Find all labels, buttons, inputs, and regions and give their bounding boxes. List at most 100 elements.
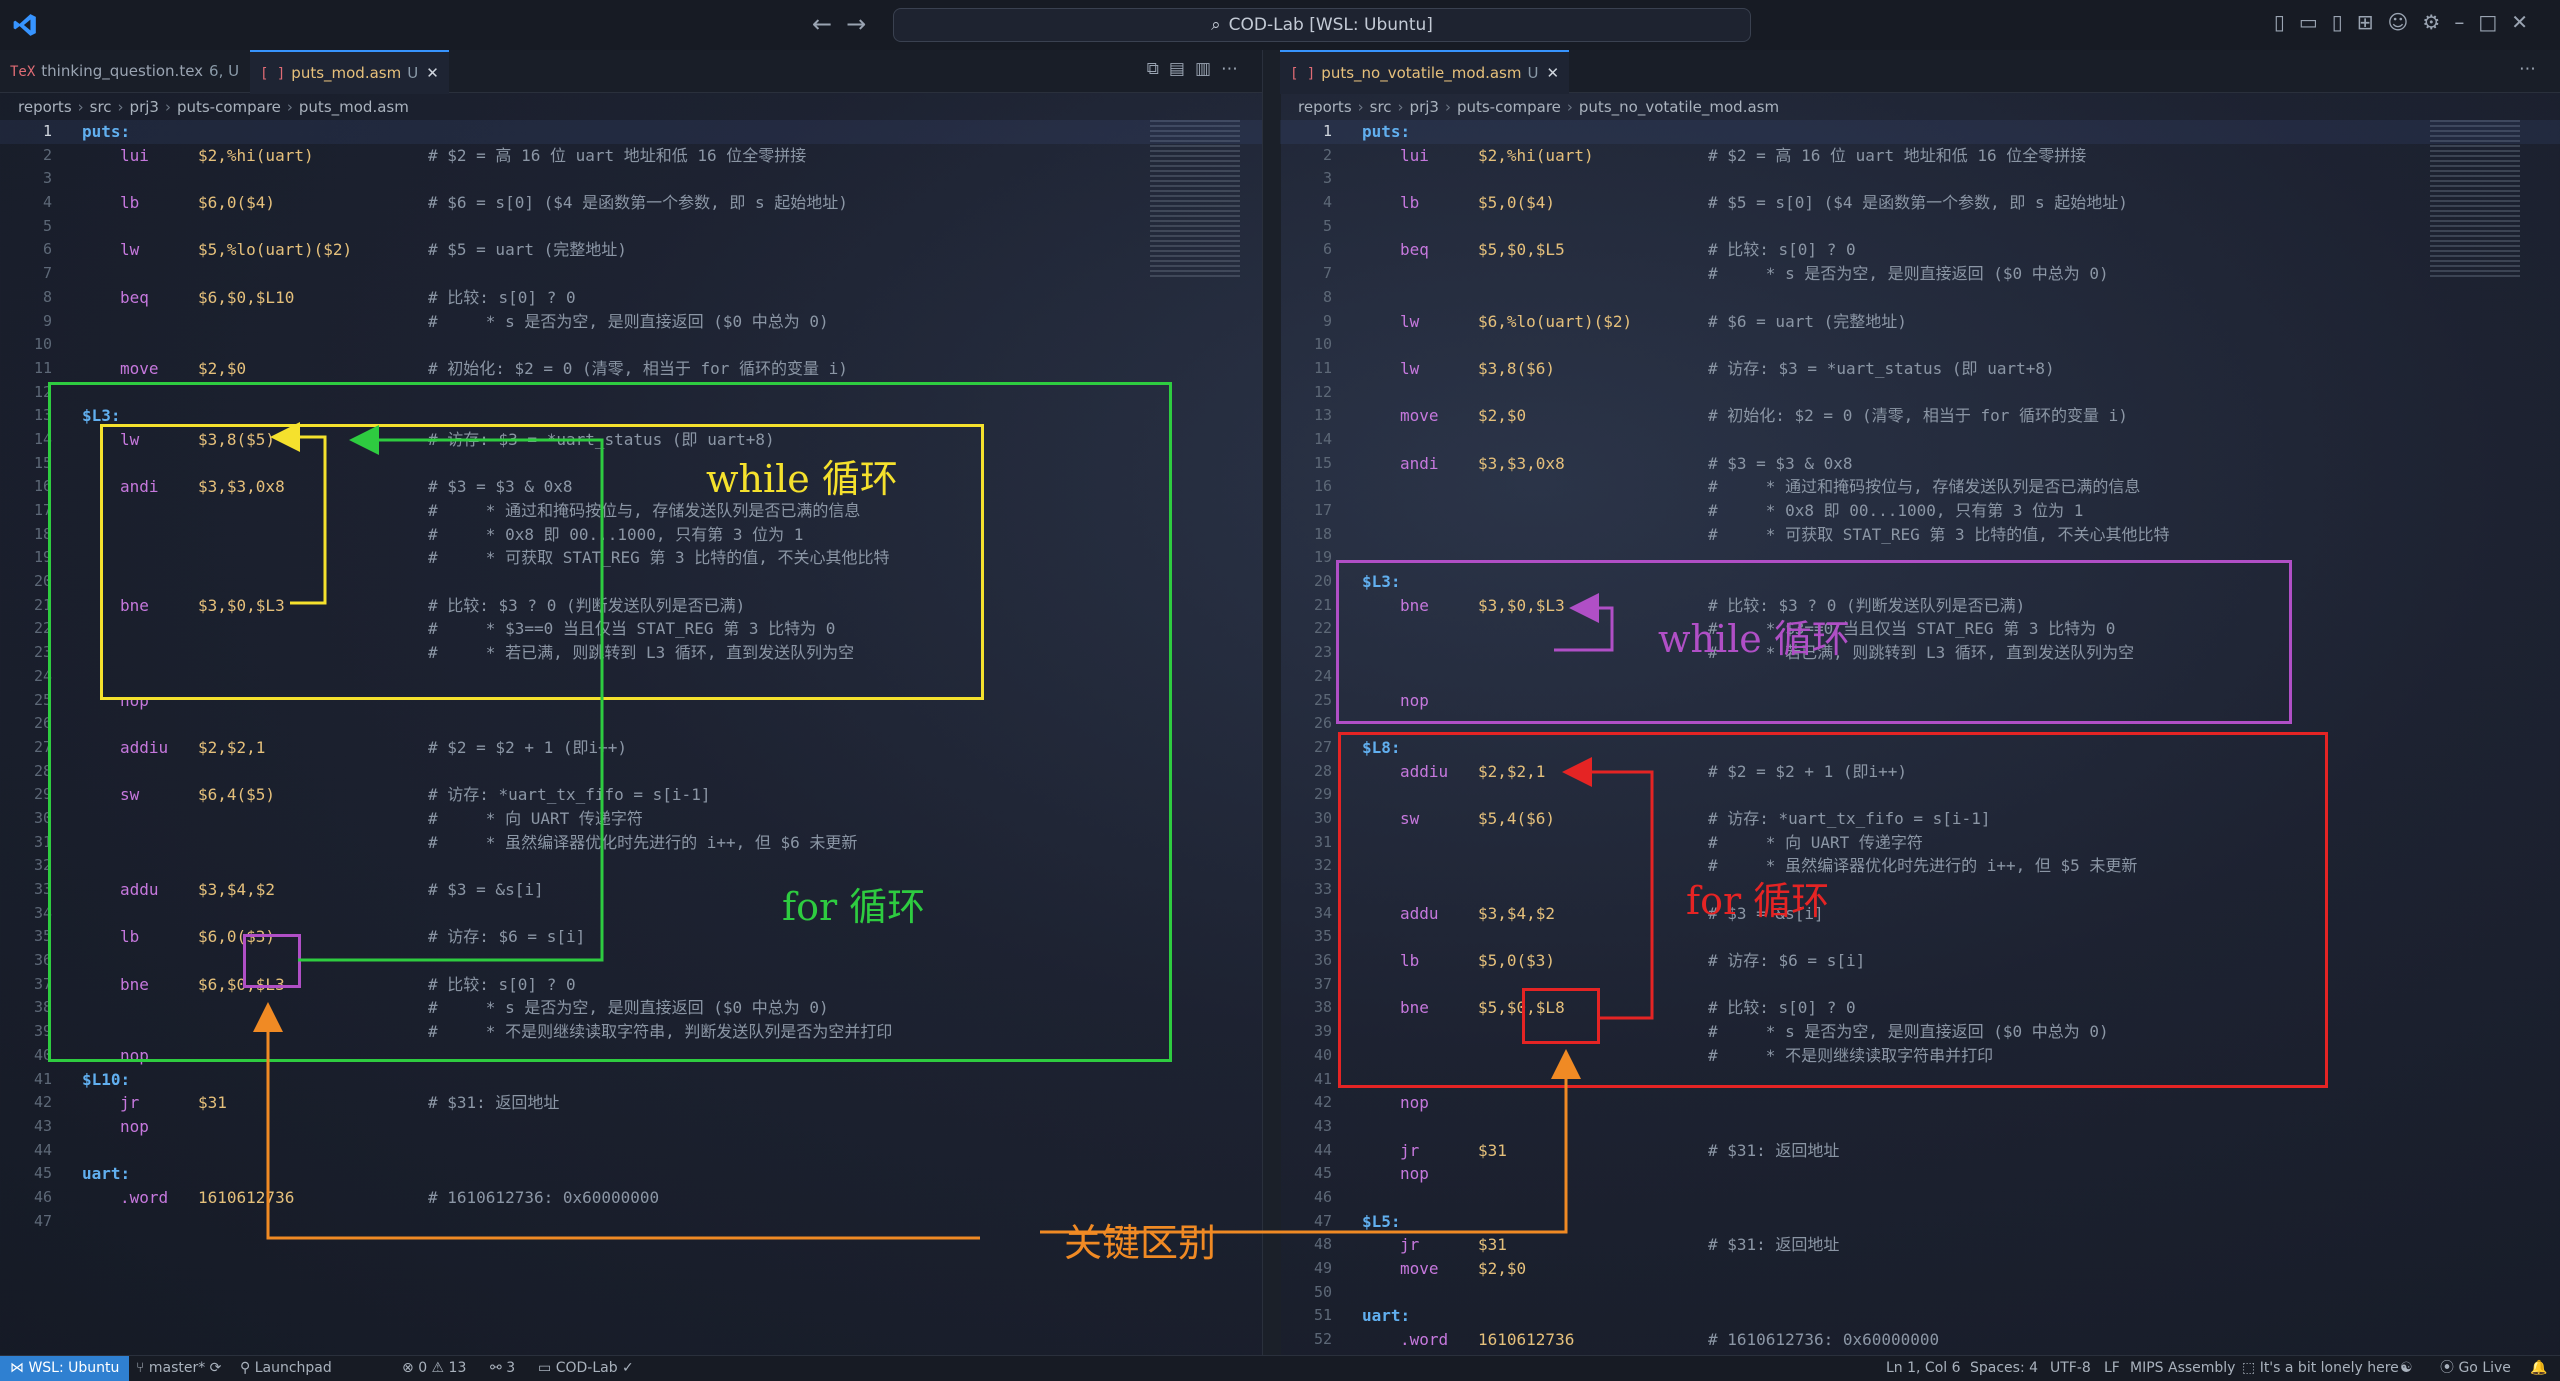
split-divider[interactable] — [1262, 50, 1281, 1355]
breadcrumb-item[interactable]: puts-compare — [1457, 98, 1561, 116]
close-icon[interactable]: ✕ — [2511, 10, 2542, 34]
maximize-icon[interactable]: □ — [2478, 10, 2511, 34]
code-line[interactable]: 42 jr $31 # $31: 返回地址 — [0, 1091, 1262, 1115]
code-line[interactable]: 45 nop — [1280, 1162, 2560, 1186]
code-line[interactable]: 45 uart: — [0, 1162, 1262, 1186]
breadcrumb-item[interactable]: reports — [18, 98, 72, 116]
code-line[interactable]: 42 nop — [1280, 1091, 2560, 1115]
close-tab-icon[interactable]: ✕ — [1546, 64, 1559, 82]
code-line[interactable]: 9 # * s 是否为空, 是则直接返回 ($0 中总为 0) — [0, 310, 1262, 334]
breadcrumb-item[interactable]: puts-compare — [177, 98, 281, 116]
problems-indicator[interactable]: ⊗ 0 ⚠ 13 — [402, 1356, 466, 1381]
breadcrumb-item[interactable]: src — [90, 98, 112, 116]
breadcrumb[interactable]: reports › src › prj3 › puts-compare › puts_no_vo… — [1298, 94, 1779, 120]
code-line[interactable]: 15 andi $3,$3,0x8 # $3 = $3 & 0x8 — [1280, 452, 2560, 476]
compare-icon[interactable]: ⧉ — [1147, 59, 1169, 79]
code-line[interactable]: 8 beq $6,$0,$L10 # 比较: s[0] ? 0 — [0, 286, 1262, 310]
toggle-secondary-sidebar-icon[interactable]: ▯ — [2332, 10, 2357, 34]
breadcrumb-item[interactable]: prj3 — [1410, 98, 1439, 116]
code-line[interactable]: 17 # * 0x8 即 00...1000, 只有第 3 位为 1 — [1280, 499, 2560, 523]
tab-thinking-question[interactable]: TeX thinking_question.tex 6, U — [0, 50, 249, 92]
code-line[interactable]: 50 — [1280, 1281, 2560, 1305]
minimize-icon[interactable]: – — [2454, 10, 2478, 34]
code-line[interactable]: 2 lui $2,%hi(uart) # $2 = 高 16 位 uart 地址和低 … — [1280, 144, 2560, 168]
code-line[interactable]: 7 # * s 是否为空, 是则直接返回 ($0 中总为 0) — [1280, 262, 2560, 286]
code-line[interactable]: 11 move $2,$0 # 初始化: $2 = 0 (清零, 相当于 for 循环… — [0, 357, 1262, 381]
nav-arrows[interactable]: ←→ — [812, 10, 880, 38]
lonely-indicator[interactable]: ⬚ It's a bit lonely here — [2242, 1356, 2399, 1381]
code-line[interactable]: 3 — [0, 167, 1262, 191]
code-line[interactable]: 44 — [0, 1139, 1262, 1163]
encoding[interactable]: UTF-8 — [2050, 1356, 2091, 1381]
code-line[interactable]: 46 .word 1610612736 # 1610612736: 0x6000000… — [0, 1186, 1262, 1210]
more-actions-icon[interactable]: ⋯ — [2519, 59, 2546, 79]
code-line[interactable]: 16 # * 通过和掩码按位与, 存储发送队列是否已满的信息 — [1280, 475, 2560, 499]
code-line[interactable]: 14 — [1280, 428, 2560, 452]
breadcrumb-item[interactable]: puts_no_votatile_mod.asm — [1579, 98, 1779, 116]
code-line[interactable]: 4 lb $5,0($4) # $5 = s[0] ($4 是函数第一个参数, 即 s… — [1280, 191, 2560, 215]
code-line[interactable]: 8 — [1280, 286, 2560, 310]
code-line[interactable]: 41 $L10: — [0, 1068, 1262, 1092]
code-line[interactable]: 51 uart: — [1280, 1304, 2560, 1328]
back-arrow-icon[interactable]: ← — [812, 10, 846, 38]
end-of-line[interactable]: LF — [2104, 1356, 2120, 1381]
split-editor-icon[interactable]: ▥ — [1195, 59, 1221, 79]
go-live-button[interactable]: ⦿ Go Live — [2440, 1356, 2511, 1381]
branch-indicator[interactable]: ⑂ master* ⟳ — [136, 1356, 221, 1381]
window-controls[interactable]: ▯▭▯⊞☺⚙–□✕ — [2274, 10, 2542, 34]
remote-indicator[interactable]: ⋈ WSL: Ubuntu — [0, 1356, 130, 1381]
code-line[interactable]: 18 # * 可获取 STAT_REG 第 3 比特的值, 不关心其他比特 — [1280, 523, 2560, 547]
code-line[interactable]: 43 — [1280, 1115, 2560, 1139]
code-line[interactable]: 5 — [0, 215, 1262, 239]
copilot-icon[interactable]: ☯ — [2400, 1356, 2413, 1381]
command-center[interactable]: ⌕ COD-Lab [WSL: Ubuntu] — [893, 8, 1751, 42]
indentation[interactable]: Spaces: 4 — [1970, 1356, 2038, 1381]
code-line[interactable]: 52 .word 1610612736 # 1610612736: 0x6000000… — [1280, 1328, 2560, 1352]
editor-actions[interactable]: ⧉▤▥⋯ — [1147, 59, 1248, 79]
code-line[interactable]: 47 $L5: — [1280, 1210, 2560, 1234]
code-line[interactable]: 46 — [1280, 1186, 2560, 1210]
code-line[interactable]: 7 — [0, 262, 1262, 286]
sync-icon[interactable]: ⟳ — [205, 1360, 222, 1376]
account-icon[interactable]: ☺ — [2388, 10, 2423, 34]
more-actions-icon[interactable]: ⋯ — [1221, 59, 1248, 79]
code-line[interactable]: 2 lui $2,%hi(uart) # $2 = 高 16 位 uart 地址和低 … — [0, 144, 1262, 168]
editor-actions[interactable]: ⋯ — [2519, 59, 2546, 79]
language-mode[interactable]: MIPS Assembly — [2130, 1356, 2235, 1381]
toggle-panel-icon[interactable]: ▭ — [2299, 10, 2332, 34]
launchpad-item[interactable]: ⚲ Launchpad — [240, 1356, 332, 1381]
code-line[interactable]: 6 beq $5,$0,$L5 # 比较: s[0] ? 0 — [1280, 238, 2560, 262]
project-indicator[interactable]: ▭ COD-Lab ✓ — [538, 1356, 634, 1381]
code-line[interactable]: 6 lw $5,%lo(uart)($2) # $5 = uart (完整地址) — [0, 238, 1262, 262]
breadcrumb-item[interactable]: prj3 — [130, 98, 159, 116]
toggle-sidebar-icon[interactable]: ▯ — [2274, 10, 2299, 34]
cursor-position[interactable]: Ln 1, Col 6 — [1886, 1356, 1961, 1381]
code-line[interactable]: 11 lw $3,8($6) # 访存: $3 = *uart_status (即 u… — [1280, 357, 2560, 381]
code-line[interactable]: 13 move $2,$0 # 初始化: $2 = 0 (清零, 相当于 for 循环… — [1280, 404, 2560, 428]
code-line[interactable]: 3 — [1280, 167, 2560, 191]
ports-indicator[interactable]: ⚯ 3 — [490, 1356, 515, 1381]
code-line[interactable]: 4 lb $6,0($4) # $6 = s[0] ($4 是函数第一个参数, 即 s… — [0, 191, 1262, 215]
code-line[interactable]: 49 move $2,$0 — [1280, 1257, 2560, 1281]
code-line[interactable]: 43 nop — [0, 1115, 1262, 1139]
code-line[interactable]: 1 puts: — [1280, 120, 2560, 144]
code-line[interactable]: 1 puts: — [0, 120, 1262, 144]
breadcrumb-item[interactable]: src — [1370, 98, 1392, 116]
layout-icon[interactable]: ⊞ — [2357, 10, 2388, 34]
code-line[interactable]: 44 jr $31 # $31: 返回地址 — [1280, 1139, 2560, 1163]
breadcrumb[interactable]: reports › src › prj3 › puts-compare › puts_mod.a… — [18, 94, 409, 120]
notifications-icon[interactable]: 🔔 — [2530, 1356, 2547, 1381]
code-line[interactable]: 10 — [0, 333, 1262, 357]
tab-puts-no-votatile-mod[interactable]: [ ] puts_no_votatile_mod.asm U ✕ — [1280, 50, 1570, 94]
breadcrumb-item[interactable]: reports — [1298, 98, 1352, 116]
preview-icon[interactable]: ▤ — [1169, 59, 1195, 79]
settings-icon[interactable]: ⚙ — [2422, 10, 2454, 34]
code-line[interactable]: 5 — [1280, 215, 2560, 239]
tab-puts-mod[interactable]: [ ] puts_mod.asm U ✕ — [250, 50, 449, 94]
code-line[interactable]: 48 jr $31 # $31: 返回地址 — [1280, 1233, 2560, 1257]
close-tab-icon[interactable]: ✕ — [426, 64, 439, 82]
code-line[interactable]: 9 lw $6,%lo(uart)($2) # $6 = uart (完整地址) — [1280, 310, 2560, 334]
code-line[interactable]: 10 — [1280, 333, 2560, 357]
code-line[interactable]: 12 — [1280, 381, 2560, 405]
forward-arrow-icon[interactable]: → — [846, 10, 880, 38]
